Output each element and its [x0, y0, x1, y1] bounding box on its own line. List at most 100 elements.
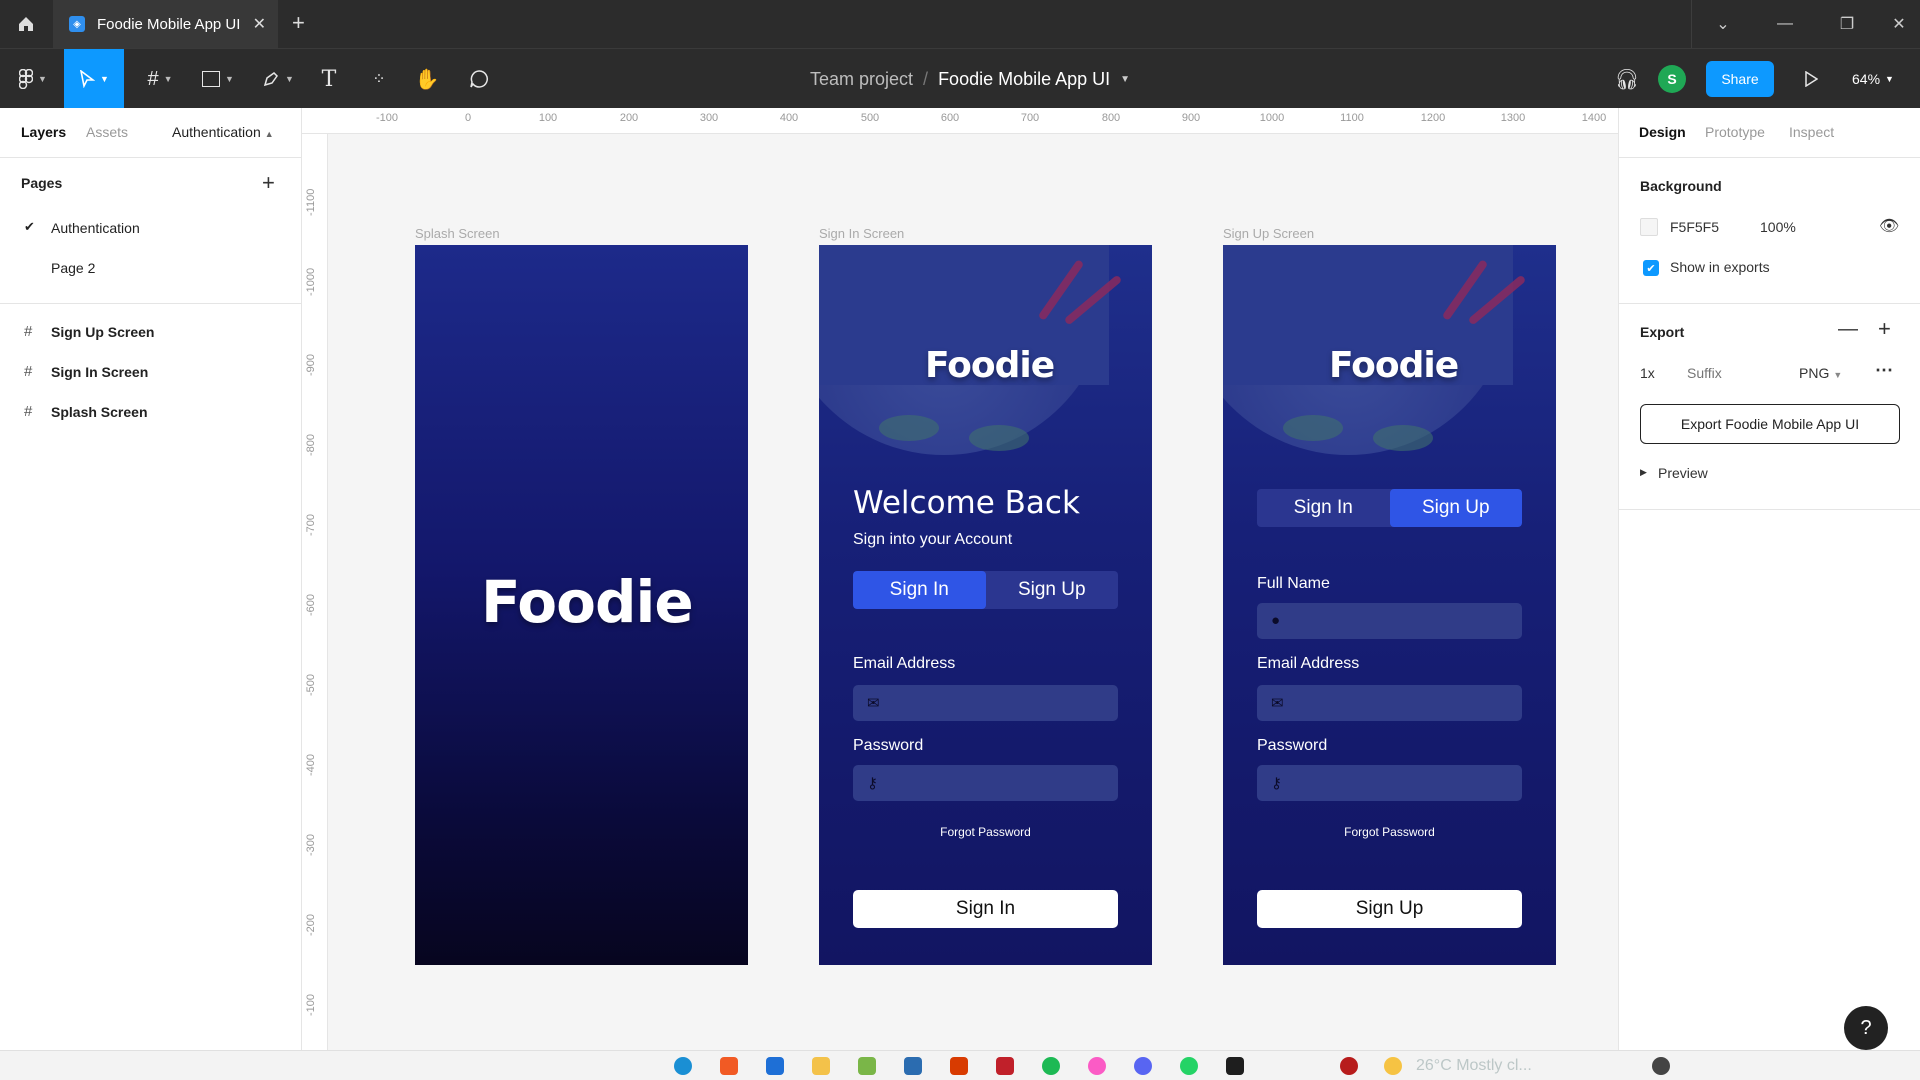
remove-export-button[interactable]: —	[1838, 318, 1858, 341]
password-field[interactable]: ⚷	[1257, 765, 1522, 801]
text-tool-button[interactable]: T	[314, 49, 344, 109]
forgot-password-link[interactable]: Forgot Password	[853, 825, 1118, 839]
resources-button[interactable]: ⁘	[364, 49, 394, 109]
layer-sign-up-screen[interactable]: # Sign Up Screen	[0, 312, 301, 352]
email-field[interactable]: ✉	[853, 685, 1118, 721]
mail-icon[interactable]	[766, 1057, 784, 1075]
home-button[interactable]	[0, 0, 52, 48]
layer-splash-screen[interactable]: # Splash Screen	[0, 392, 301, 432]
splash-screen-frame[interactable]: Foodie	[415, 245, 748, 965]
more-options-icon[interactable]: ⋯	[1875, 360, 1893, 381]
page-switcher[interactable]: Authentication ▲	[172, 124, 274, 140]
store-icon[interactable]	[858, 1057, 876, 1075]
comment-icon	[470, 70, 488, 88]
bg-opacity-input[interactable]: 100%	[1760, 219, 1796, 235]
foodie-logo: Foodie	[481, 568, 694, 636]
app-icon[interactable]	[996, 1057, 1014, 1075]
brave-icon[interactable]	[720, 1057, 738, 1075]
file-tab[interactable]: ◈ Foodie Mobile App UI ✕	[53, 0, 278, 48]
frame-label-splash[interactable]: Splash Screen	[415, 226, 500, 241]
key-icon: ⚷	[867, 775, 878, 792]
music-icon[interactable]	[1088, 1057, 1106, 1075]
export-suffix-input[interactable]	[1687, 359, 1767, 387]
zoom-menu[interactable]: 64% ▼	[1852, 49, 1894, 109]
file-name[interactable]: Foodie Mobile App UI	[938, 69, 1110, 90]
tab-sign-up[interactable]: Sign Up	[1389, 489, 1522, 527]
figma-app-icon[interactable]	[1226, 1057, 1244, 1075]
add-page-button[interactable]: +	[262, 170, 275, 196]
sign-in-button[interactable]: Sign In	[853, 890, 1118, 928]
forgot-password-link[interactable]: Forgot Password	[1257, 825, 1522, 839]
preview-toggle[interactable]: Preview	[1658, 465, 1708, 481]
media-player-icon[interactable]	[904, 1057, 922, 1075]
sign-in-screen-frame[interactable]: Foodie Welcome Back Sign into your Accou…	[819, 245, 1152, 965]
tab-inspect[interactable]: Inspect	[1789, 124, 1834, 140]
full-name-field[interactable]: ●	[1257, 603, 1522, 639]
page-item-label: Page 2	[51, 260, 96, 276]
hand-icon: ✋	[414, 68, 440, 91]
avatar[interactable]: S	[1658, 65, 1686, 93]
password-field[interactable]: ⚷	[853, 765, 1118, 801]
canvas[interactable]: Splash Screen Foodie Sign In Screen Food…	[328, 134, 1618, 1050]
caret-right-icon[interactable]: ▶	[1640, 467, 1647, 478]
main-menu-button[interactable]: ▼	[10, 49, 56, 109]
password-label: Password	[1257, 737, 1328, 754]
frame-label-sign-up[interactable]: Sign Up Screen	[1223, 226, 1314, 241]
audio-button[interactable]: 🎧︎	[1612, 49, 1642, 109]
bg-hex-input[interactable]: F5F5F5	[1670, 219, 1719, 235]
frame-label-sign-in[interactable]: Sign In Screen	[819, 226, 904, 241]
show-in-exports-label: Show in exports	[1670, 259, 1770, 275]
tab-sign-in[interactable]: Sign In	[1257, 489, 1390, 527]
office-icon[interactable]	[950, 1057, 968, 1075]
minimize-button[interactable]: —	[1754, 0, 1816, 48]
chevron-down-icon[interactable]: ⌄	[1692, 0, 1754, 48]
page-item-page-2[interactable]: Page 2	[0, 248, 301, 288]
eye-icon[interactable]: 👁︎	[1879, 216, 1899, 236]
email-field[interactable]: ✉	[1257, 685, 1522, 721]
add-export-button[interactable]: +	[1878, 316, 1891, 342]
shape-tool-button[interactable]: ▼	[196, 49, 240, 109]
discord-icon[interactable]	[1134, 1057, 1152, 1075]
whatsapp-icon[interactable]	[1180, 1057, 1198, 1075]
sign-up-button[interactable]: Sign Up	[1257, 890, 1522, 928]
pen-tool-button[interactable]: ▼	[256, 49, 300, 109]
right-panel-tabs: Design Prototype Inspect	[1619, 108, 1920, 158]
close-tab-icon[interactable]: ✕	[253, 14, 266, 34]
welcome-title: Welcome Back	[853, 485, 1080, 521]
tab-assets[interactable]: Assets	[86, 124, 128, 140]
present-button[interactable]	[1796, 49, 1826, 109]
new-tab-button[interactable]: +	[292, 10, 305, 36]
share-button[interactable]: Share	[1706, 61, 1774, 97]
sign-up-screen-frame[interactable]: Foodie Sign In Sign Up Full Name ● Email…	[1223, 245, 1556, 965]
comment-tool-button[interactable]	[464, 49, 494, 109]
layer-sign-in-screen[interactable]: # Sign In Screen	[0, 352, 301, 392]
export-format-select[interactable]: PNG ▼	[1799, 365, 1842, 381]
move-tool-button[interactable]: ▼	[64, 49, 124, 109]
color-swatch[interactable]	[1640, 218, 1658, 236]
spotify-icon[interactable]	[1042, 1057, 1060, 1075]
export-scale-select[interactable]: 1x	[1640, 365, 1655, 381]
close-window-button[interactable]: ✕	[1868, 0, 1920, 48]
password-label: Password	[853, 737, 924, 754]
project-link[interactable]: Team project	[810, 69, 913, 90]
page-item-authentication[interactable]: ✔ Authentication	[0, 208, 301, 248]
weather-icon[interactable]	[1384, 1057, 1402, 1075]
tab-sign-up[interactable]: Sign Up	[986, 571, 1119, 609]
app-icon[interactable]	[1340, 1057, 1358, 1075]
hand-tool-button[interactable]: ✋	[412, 49, 442, 109]
tab-prototype[interactable]: Prototype	[1705, 124, 1765, 140]
ruler-label: -1100	[305, 188, 317, 216]
check-icon: ✔	[24, 219, 35, 234]
frame-tool-button[interactable]: # ▼	[138, 49, 182, 109]
show-in-exports-checkbox[interactable]: ✔	[1643, 260, 1659, 276]
file-explorer-icon[interactable]	[812, 1057, 830, 1075]
chevron-down-icon[interactable]: ▼	[1120, 74, 1130, 85]
edge-icon[interactable]	[674, 1057, 692, 1075]
tray-icon[interactable]	[1652, 1057, 1670, 1075]
tab-sign-in[interactable]: Sign In	[853, 571, 986, 609]
tab-design[interactable]: Design	[1639, 124, 1686, 140]
page-item-label: Authentication	[51, 220, 140, 236]
export-button[interactable]: Export Foodie Mobile App UI	[1640, 404, 1900, 444]
help-button[interactable]: ?	[1844, 1006, 1888, 1050]
tab-layers[interactable]: Layers	[21, 124, 66, 140]
